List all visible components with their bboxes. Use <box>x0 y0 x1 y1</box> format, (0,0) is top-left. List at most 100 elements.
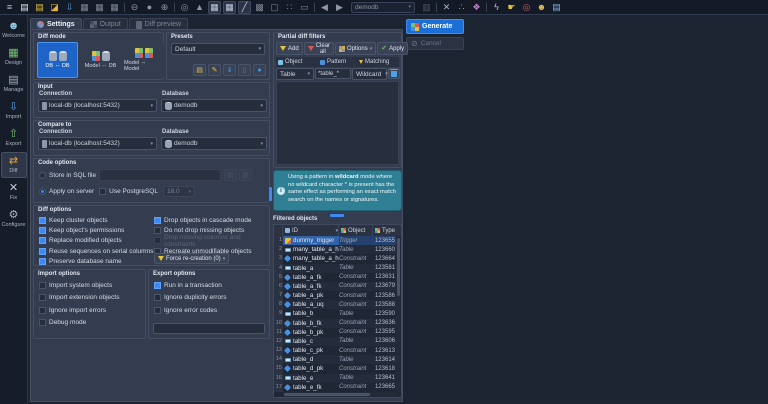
toolbar-icon[interactable] <box>313 1 316 14</box>
table-row[interactable]: 8 table_a_uq Constraint 123588 <box>274 300 401 309</box>
preset-combo[interactable]: Default <box>171 43 265 55</box>
toolbar-icon[interactable] <box>123 1 126 14</box>
table-row[interactable]: 5 table_a_fk Constraint 123631 <box>274 273 401 282</box>
diff-mode-option[interactable]: Model ⇔ Model <box>123 42 164 78</box>
export-option-checkbox[interactable]: Ignore error codes <box>154 306 227 314</box>
new-database-icon[interactable]: ▥ <box>420 1 433 14</box>
scrollbar-thumb[interactable] <box>284 393 370 396</box>
sidebar-item-import[interactable]: ⇩ Import <box>1 98 27 124</box>
bug-fix-icon[interactable]: ✕ <box>440 1 453 14</box>
zoom-out-icon[interactable]: ⊖ <box>128 1 141 14</box>
table-row[interactable]: 3 many_table_a_h… Constraint 123664 <box>274 254 401 263</box>
print-icon[interactable]: ▦ <box>78 1 91 14</box>
undo-icon[interactable]: ◀ <box>318 1 331 14</box>
sidebar-item-fix[interactable]: ✕ Fix <box>1 179 27 205</box>
table-row[interactable]: 1 dummy_trigger Trigger 123655 <box>274 236 401 245</box>
toolbar-icon[interactable] <box>173 1 176 14</box>
table-row[interactable]: 6 table_a_fk Constraint 123679 <box>274 282 401 291</box>
toolbar-database-combo[interactable]: demodb <box>351 2 415 13</box>
use-postgresql-checkbox[interactable]: Use PostgreSQL <box>99 188 158 196</box>
new-model-icon[interactable]: ▤ <box>18 1 31 14</box>
diff-mode-option[interactable]: DB ⇔ DB <box>37 42 78 78</box>
open-model-icon[interactable]: ◪ <box>48 1 61 14</box>
force-recreation-button[interactable]: Force re-creation (0) <box>154 253 229 264</box>
preset-edit-button[interactable]: ✎ <box>208 64 221 76</box>
main-menu-icon[interactable]: ≡ <box>3 1 16 14</box>
preset-delete-button[interactable]: ▯ <box>238 64 251 76</box>
import-option-checkbox[interactable]: Import system objects <box>39 281 119 289</box>
sidebar-item-manage[interactable]: ▤ Manage <box>1 71 27 97</box>
diff-option-checkbox[interactable]: Replace modified objects <box>39 237 153 245</box>
mirror-icon[interactable]: ▲ <box>193 1 206 14</box>
export-option-checkbox[interactable]: Ignore duplicity errors <box>154 294 227 302</box>
table-row[interactable]: 2 many_table_a_h… Table 123660 <box>274 245 401 254</box>
export-image-icon[interactable]: ▦ <box>93 1 106 14</box>
connections-icon[interactable]: ϟ <box>490 1 503 14</box>
import-option-checkbox[interactable]: Debug mode <box>39 319 119 327</box>
donate-icon[interactable]: ☛ <box>505 1 518 14</box>
column-header-id[interactable]: ID <box>283 225 339 236</box>
table-row[interactable]: 12 table_c Table 123606 <box>274 337 401 346</box>
error-codes-input[interactable] <box>153 323 265 334</box>
model-objects-icon[interactable]: ∴ <box>455 1 468 14</box>
table-row[interactable]: 16 table_e Table 123641 <box>274 374 401 383</box>
sidebar-item-diff[interactable]: ⇄ Diff <box>1 152 27 178</box>
redo-icon[interactable]: ▶ <box>333 1 346 14</box>
vertical-scrollbar[interactable] <box>396 236 401 392</box>
table-row[interactable]: 15 table_d_pk Constraint 123618 <box>274 364 401 373</box>
table-row[interactable]: 11 table_b_pk Constraint 123595 <box>274 328 401 337</box>
table-row[interactable]: 9 table_b Table 123590 <box>274 309 401 318</box>
snap-grid-icon[interactable]: ▦ <box>223 1 236 14</box>
filter-pattern-input[interactable]: *table_* <box>315 68 351 79</box>
overview-icon[interactable]: ▭ <box>298 1 311 14</box>
diff-option-checkbox[interactable]: Keep cluster objects <box>39 216 153 224</box>
save-model-icon[interactable]: ▤ <box>33 1 46 14</box>
preset-new-button[interactable]: ▤ <box>193 64 206 76</box>
table-row[interactable]: 10 table_b_fk Constraint 123636 <box>274 319 401 328</box>
zoom-in-icon[interactable]: ⊕ <box>158 1 171 14</box>
about-icon[interactable]: ▤ <box>550 1 563 14</box>
sidebar-item-welcome[interactable]: ☻ Welcome <box>1 17 27 43</box>
relationships-icon[interactable]: ∷ <box>283 1 296 14</box>
input-connection-combo[interactable]: local-db (localhost:5432) <box>38 99 157 112</box>
compare-database-combo[interactable]: demodb <box>161 137 267 150</box>
table-row[interactable]: 13 table_c_pk Constraint 123613 <box>274 346 401 355</box>
filter-options-button[interactable]: Options <box>335 42 376 55</box>
diff-option-checkbox[interactable]: Drop objects in cascade mode <box>154 216 269 224</box>
scrollbar-thumb[interactable] <box>397 238 400 296</box>
export-sql-icon[interactable]: ▦ <box>108 1 121 14</box>
table-row[interactable]: 14 table_d Table 123614 <box>274 355 401 364</box>
diff-mode-option[interactable]: Model ⇔ DB <box>80 42 121 78</box>
remove-filter-button[interactable] <box>388 68 400 79</box>
import-model-icon[interactable]: ⇩ <box>63 1 76 14</box>
table-row[interactable]: 17 table_e_fk Constraint 123665 <box>274 383 401 392</box>
diff-option-checkbox[interactable]: Drop missing columns and constraints <box>154 237 269 245</box>
filter-object-combo[interactable]: Table <box>276 68 314 80</box>
clear-all-filters-button[interactable]: Clear all <box>304 42 334 55</box>
store-sql-radio[interactable]: Store in SQL file <box>39 172 96 179</box>
import-option-checkbox[interactable]: Ignore import errors <box>39 306 119 314</box>
apply-filters-button[interactable]: Apply <box>377 42 408 55</box>
horizontal-scrollbar[interactable] <box>283 392 396 397</box>
arrange-objects-icon[interactable]: ▩ <box>253 1 266 14</box>
fit-view-icon[interactable]: ◎ <box>178 1 191 14</box>
table-row[interactable]: 7 table_a_pk Constraint 123586 <box>274 291 401 300</box>
horizontal-splitter-handle[interactable] <box>330 214 344 217</box>
zoom-normal-icon[interactable]: ● <box>143 1 156 14</box>
compare-connection-combo[interactable]: local-db (localhost:5432) <box>38 137 157 150</box>
sponsor-icon[interactable]: ☻ <box>535 1 548 14</box>
column-header-object[interactable]: Object <box>339 225 373 236</box>
vertical-splitter-handle[interactable] <box>269 187 272 201</box>
sidebar-item-export[interactable]: ⇧ Export <box>1 125 27 151</box>
diff-option-checkbox[interactable]: Preserve database name <box>39 258 153 266</box>
toolbar-icon[interactable] <box>485 1 488 14</box>
plugins-icon[interactable]: ❖ <box>470 1 483 14</box>
column-header-type[interactable]: Type <box>373 225 396 236</box>
import-option-checkbox[interactable]: Import extension objects <box>39 294 119 302</box>
add-filter-button[interactable]: Add <box>276 42 303 55</box>
show-grid-icon[interactable]: ▦ <box>208 1 221 14</box>
preset-sync-button[interactable]: ● <box>253 64 266 76</box>
generate-button[interactable]: Generate <box>406 19 464 34</box>
sidebar-item-configure[interactable]: ⚙ Configure <box>1 206 27 232</box>
sidebar-item-design[interactable]: ▦ Design <box>1 44 27 70</box>
